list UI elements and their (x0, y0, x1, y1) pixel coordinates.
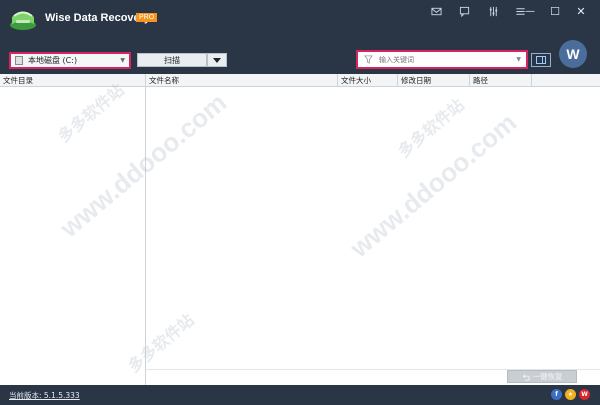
drive-select-value: 本地磁盘 (C:) (28, 56, 78, 65)
caret-down-icon (213, 57, 221, 63)
minimize-button[interactable]: — (520, 3, 540, 19)
folder-tree-panel[interactable] (0, 87, 146, 385)
status-bar: 当前版本: 5.1.5.333 f ★ W (0, 385, 600, 405)
column-header-name[interactable]: 文件名称 (146, 74, 338, 87)
version-link[interactable]: 当前版本: 5.1.5.333 (9, 390, 80, 401)
chevron-down-icon: ▼ (120, 57, 125, 64)
app-logo-icon (10, 11, 36, 30)
panel-layout-icon (536, 56, 546, 64)
table-header: 文件目录 文件名称 文件大小 修改日期 路径 (0, 74, 600, 87)
column-header-path[interactable]: 路径 (470, 74, 532, 87)
scan-options-dropdown[interactable] (207, 53, 227, 67)
recover-button-label: 一键恢复 (532, 372, 563, 381)
weibo-icon[interactable]: W (579, 389, 590, 400)
file-list-panel[interactable] (146, 87, 600, 369)
preview-panel-toggle[interactable] (531, 53, 551, 67)
drive-select[interactable]: 本地磁盘 (C:) ▼ (9, 52, 131, 69)
close-button[interactable]: ✕ (571, 3, 591, 19)
column-header-size[interactable]: 文件大小 (338, 74, 398, 87)
maximize-button[interactable]: ☐ (545, 3, 565, 19)
toolbar: 本地磁盘 (C:) ▼ 扫描 ▼ W (0, 38, 600, 74)
comment-icon[interactable] (455, 3, 473, 19)
rate-icon[interactable]: ★ (565, 389, 576, 400)
scan-button[interactable]: 扫描 (137, 53, 207, 67)
settings-sliders-icon[interactable] (484, 3, 502, 19)
search-input[interactable] (379, 55, 499, 64)
pro-badge: PRO (136, 13, 158, 22)
app-title: Wise Data Recovery (45, 12, 151, 24)
folder-tree-header: 文件目录 (0, 74, 146, 87)
column-header-modified[interactable]: 修改日期 (398, 74, 470, 87)
share-icon[interactable]: f (551, 389, 562, 400)
mail-icon[interactable] (427, 3, 445, 19)
recover-button[interactable]: 一键恢复 (507, 370, 577, 383)
avatar[interactable]: W (559, 40, 587, 68)
undo-icon (522, 373, 530, 381)
search-box[interactable]: ▼ (356, 50, 528, 69)
title-bar: Wise Data Recovery PRO — ☐ ✕ (0, 0, 600, 38)
drive-icon (15, 56, 23, 65)
filter-icon (364, 55, 373, 64)
search-history-chevron-icon[interactable]: ▼ (516, 56, 521, 63)
